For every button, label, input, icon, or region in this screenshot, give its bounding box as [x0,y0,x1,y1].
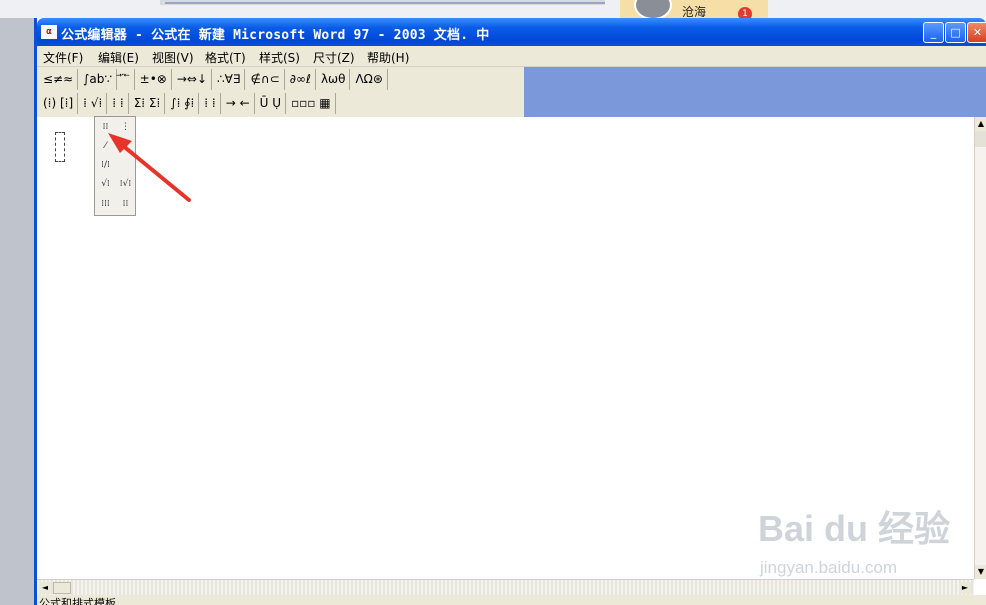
arrow-shaft [114,138,191,202]
red-annotation-arrow-icon [108,133,191,202]
